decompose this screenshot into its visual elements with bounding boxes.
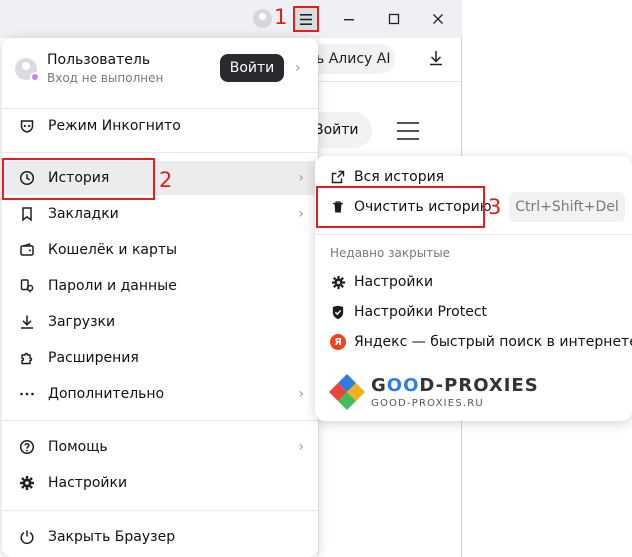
background-menu-icon[interactable]	[397, 122, 419, 146]
maximize-button[interactable]	[382, 8, 406, 30]
wallet-icon	[18, 241, 36, 259]
menu-item-more[interactable]: Дополнительно ›	[2, 377, 318, 411]
chevron-right-icon: ›	[298, 439, 304, 455]
recent-header: Недавно закрытые	[330, 246, 451, 260]
toolbar-divider	[318, 81, 462, 82]
download-icon	[18, 313, 36, 331]
profile-avatar[interactable]	[253, 9, 272, 28]
gear-icon	[330, 274, 346, 290]
main-menu-button[interactable]	[293, 6, 319, 32]
power-icon	[18, 528, 36, 546]
open-external-icon	[330, 169, 346, 185]
user-section[interactable]: Пользователь Вход не выполнен Войти ›	[2, 46, 318, 104]
puzzle-icon	[18, 349, 36, 367]
submenu-item-label: Вся история	[354, 169, 445, 185]
login-button[interactable]: Войти	[220, 54, 284, 82]
menu-item-label: Помощь	[48, 439, 108, 455]
user-name: Пользователь	[47, 52, 151, 68]
menu-item-help[interactable]: Помощь ›	[2, 430, 318, 464]
user-status: Вход не выполнен	[47, 71, 164, 85]
menu-item-label: Закладки	[48, 206, 119, 222]
chevron-right-icon: ›	[298, 170, 304, 186]
recent-item-label: Настройки	[354, 274, 434, 290]
divider	[2, 510, 318, 511]
annotation-1: 1	[274, 5, 288, 29]
chevron-right-icon: ›	[298, 206, 304, 222]
annotation-3: 3	[488, 195, 502, 219]
recent-item-label: Яндекс — быстрый поиск в интернете	[354, 334, 632, 350]
main-menu: Пользователь Вход не выполнен Войти › Ре…	[2, 38, 318, 557]
menu-item-label: Кошелёк и карты	[48, 242, 178, 258]
menu-item-label: Загрузки	[48, 314, 116, 330]
menu-item-label: Пароли и данные	[48, 278, 177, 294]
bookmark-icon	[18, 205, 36, 223]
menu-item-extensions[interactable]: Расширения	[2, 341, 318, 375]
hamburger-icon	[300, 13, 312, 25]
recent-item-protect[interactable]: Настройки Protect	[315, 297, 632, 327]
divider	[315, 234, 632, 235]
recent-item-settings[interactable]: Настройки	[315, 267, 632, 297]
close-icon	[433, 14, 443, 24]
menu-item-settings[interactable]: Настройки	[2, 466, 318, 500]
logo-url: GOOD-PROXIES.RU	[371, 398, 484, 409]
passwords-icon	[18, 277, 36, 295]
menu-item-label: Расширения	[48, 350, 139, 366]
divider	[2, 152, 318, 153]
logo-gem-icon	[329, 374, 365, 410]
shield-icon	[330, 304, 346, 320]
menu-item-close-browser[interactable]: Закрыть Браузер	[2, 520, 318, 554]
highlight-box-history	[2, 158, 155, 200]
highlight-box-clear-history	[316, 186, 485, 228]
menu-item-wallet[interactable]: Кошелёк и карты	[2, 233, 318, 267]
annotation-2: 2	[159, 168, 173, 192]
help-icon	[18, 438, 36, 456]
gear-icon	[18, 474, 36, 492]
chevron-right-icon: ›	[295, 60, 301, 76]
recent-item-label: Настройки Protect	[354, 304, 488, 320]
user-avatar-icon	[15, 58, 40, 82]
chevron-right-icon: ›	[298, 386, 304, 402]
clear-history-shortcut: Ctrl+Shift+Del	[509, 192, 625, 222]
minimize-icon	[344, 19, 354, 21]
good-proxies-logo: GOOD-PROXIES GOOD-PROXIES.RU	[327, 372, 557, 414]
menu-item-bookmarks[interactable]: Закладки ›	[2, 197, 318, 231]
minimize-button[interactable]	[337, 8, 361, 30]
download-icon[interactable]	[428, 50, 444, 70]
menu-item-label: Дополнительно	[48, 386, 165, 402]
incognito-icon	[18, 117, 36, 135]
menu-item-incognito[interactable]: Режим Инкогнито	[2, 109, 318, 143]
menu-item-label: Режим Инкогнито	[48, 118, 181, 134]
divider	[2, 420, 318, 421]
maximize-icon	[388, 13, 400, 25]
menu-item-label: Настройки	[48, 475, 128, 491]
logo-title: GOOD-PROXIES	[371, 375, 539, 396]
menu-item-label: Закрыть Браузер	[48, 529, 176, 545]
yandex-icon: Я	[330, 334, 346, 350]
menu-item-downloads[interactable]: Загрузки	[2, 305, 318, 339]
recent-item-yandex[interactable]: Я Яндекс — быстрый поиск в интернете	[315, 327, 632, 357]
close-window-button[interactable]	[426, 8, 450, 30]
more-dots-icon	[18, 385, 36, 403]
menu-item-passwords[interactable]: Пароли и данные	[2, 269, 318, 303]
